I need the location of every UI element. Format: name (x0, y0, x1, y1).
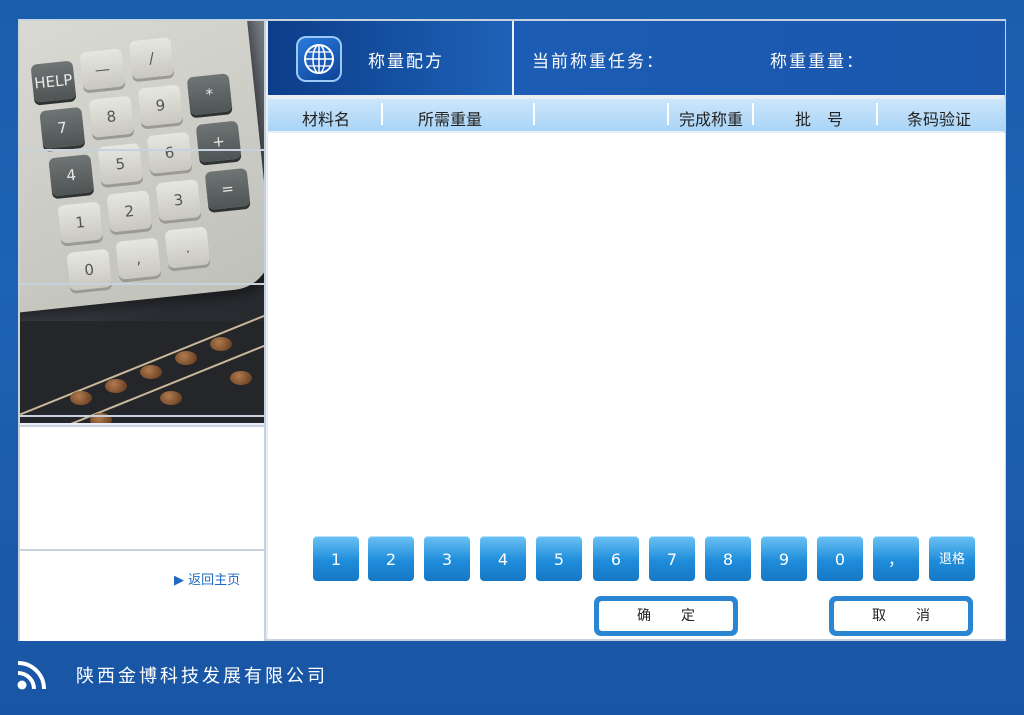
key-7-button[interactable]: 7 (649, 536, 695, 581)
column-barcode-verify: 条码验证 (907, 110, 972, 129)
photo-key: 8 (88, 95, 135, 138)
key-1-button[interactable]: 1 (313, 536, 359, 581)
photo-key: 1 (57, 201, 104, 244)
abacus-bead (105, 379, 127, 393)
photo-key: . (164, 226, 211, 269)
abacus-bead (175, 351, 197, 365)
photo-key: + (195, 120, 242, 163)
abacus-rod (20, 338, 264, 423)
abacus-bead (160, 391, 182, 405)
abacus-bead (210, 337, 232, 351)
left-info-panel (20, 425, 264, 549)
key-5-button[interactable]: 5 (536, 536, 582, 581)
photo-key: 4 (48, 154, 95, 197)
globe-icon (296, 36, 342, 82)
photo-key: * (186, 73, 233, 116)
abacus-bead (230, 371, 252, 385)
photo-key: HELP (30, 60, 77, 103)
column-batch-number: 批 号 (795, 110, 844, 129)
left-panel: HELP — / 7 8 9 * 4 5 6 + 1 2 3 = 0 , . ▶… (20, 21, 264, 641)
backspace-button[interactable]: 退格 (929, 536, 975, 581)
recipe-header: 称量配方 (268, 21, 512, 95)
column-material-name: 材料名 (302, 110, 351, 129)
column-required-weight: 所需重量 (418, 110, 483, 129)
cancel-label: 取消 (832, 599, 970, 633)
weight-label: 称重重量： (770, 52, 865, 72)
abacus-rod (20, 308, 264, 416)
abacus-image (20, 308, 264, 423)
column-separator (381, 103, 383, 125)
vertical-divider (264, 21, 266, 639)
photo-key: 7 (39, 106, 86, 149)
photo-divider (20, 283, 264, 285)
key-4-button[interactable]: 4 (480, 536, 526, 581)
key-9-button[interactable]: 9 (761, 536, 807, 581)
photo-divider (20, 149, 264, 151)
key-comma-button[interactable]: ， (873, 536, 919, 581)
photo-key: , (115, 237, 162, 280)
photo-keypad: HELP — / 7 8 9 * 4 5 6 + 1 2 3 = 0 , . (20, 21, 264, 315)
company-name: 陕西金博科技发展有限公司 (76, 666, 328, 687)
confirm-button[interactable]: 确定 (594, 596, 738, 636)
photo-key: — (79, 48, 126, 91)
keypad-photo: HELP — / 7 8 9 * 4 5 6 + 1 2 3 = 0 , . (20, 21, 264, 423)
back-home-label: 返回主页 (188, 573, 241, 588)
abacus-bead (140, 365, 162, 379)
photo-key: 6 (146, 131, 193, 174)
abacus-bead (70, 391, 92, 405)
confirm-label: 确定 (597, 599, 735, 633)
key-6-button[interactable]: 6 (593, 536, 639, 581)
key-2-button[interactable]: 2 (368, 536, 414, 581)
key-0-button[interactable]: 0 (817, 536, 863, 581)
photo-key: 3 (155, 179, 202, 222)
back-home-link[interactable]: ▶ 返回主页 (174, 569, 240, 588)
recipe-title: 称量配方 (368, 52, 444, 72)
photo-divider (20, 415, 264, 417)
key-3-button[interactable]: 3 (424, 536, 470, 581)
play-arrow-icon: ▶ (174, 573, 184, 588)
column-separator (876, 103, 878, 125)
column-separator (533, 103, 535, 125)
column-separator (752, 103, 754, 125)
photo-key: = (204, 167, 251, 211)
current-task-label: 当前称重任务： (532, 52, 665, 72)
cancel-button[interactable]: 取消 (829, 596, 973, 636)
task-header: 当前称重任务： 称重重量： (514, 21, 1005, 95)
photo-key: / (128, 37, 175, 80)
photo-key: 9 (137, 84, 184, 127)
key-8-button[interactable]: 8 (705, 536, 751, 581)
photo-key: 2 (106, 190, 153, 233)
table-header: 材料名 所需重量 完成称重 批 号 条码验证 (268, 99, 1005, 131)
column-completed-weight: 完成称重 (679, 110, 744, 129)
column-separator (667, 103, 669, 125)
back-panel: ▶ 返回主页 (20, 549, 264, 641)
signal-icon (17, 661, 46, 690)
